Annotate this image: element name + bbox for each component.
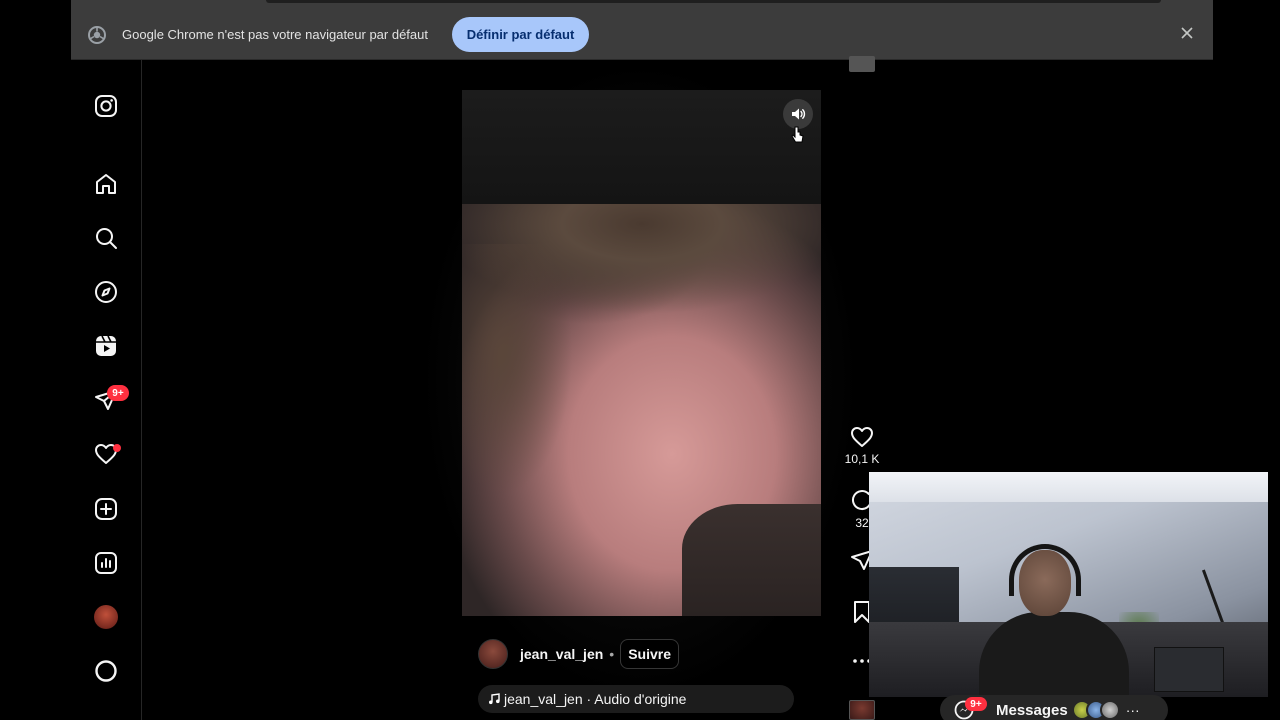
audio-thumbnail[interactable] (849, 700, 875, 720)
like-action[interactable]: 10,1 K (842, 426, 882, 466)
video-shadow (682, 504, 821, 616)
reel-top-area (462, 90, 821, 204)
compass-icon[interactable] (93, 279, 119, 305)
webcam-person-body (979, 612, 1129, 697)
chart-icon[interactable] (93, 550, 119, 576)
home-icon[interactable] (93, 171, 119, 197)
messages-label: Messages (996, 701, 1068, 719)
set-default-button[interactable]: Définir par défaut (452, 17, 589, 52)
webcam-ceiling (869, 472, 1268, 502)
author-avatar[interactable] (478, 639, 508, 669)
reels-icon[interactable] (93, 333, 119, 359)
default-browser-infobar: Google Chrome n'est pas votre navigateur… (71, 0, 1213, 60)
plus-square-icon[interactable] (93, 496, 119, 522)
infobar-message: Google Chrome n'est pas votre navigateur… (122, 27, 428, 42)
avatar-icon[interactable] (93, 604, 119, 630)
reel-author-row: jean_val_jen • Suivre (478, 638, 679, 670)
like-count: 10,1 K (844, 452, 880, 466)
more-contacts-icon: ··· (1125, 702, 1140, 718)
messages-bar-badge: 9+ (965, 697, 987, 711)
address-bar-edge (266, 0, 1161, 3)
messages-badge: 9+ (107, 385, 129, 401)
close-icon[interactable] (1179, 25, 1195, 41)
webcam-headset (1009, 544, 1081, 596)
webcam-overlay (869, 472, 1268, 697)
audio-text: jean_val_jen · Audio d'origine (504, 691, 687, 707)
comment-count: 32 (855, 516, 869, 530)
mouse-cursor-icon (791, 126, 805, 149)
volume-icon[interactable] (783, 99, 813, 129)
heart-outline-icon[interactable] (850, 426, 874, 448)
webcam-speaker (1154, 647, 1224, 692)
video-hair-side (462, 244, 582, 504)
contact-avatar (1099, 700, 1120, 720)
messages-bar[interactable]: 9+ Messages ··· (940, 695, 1168, 720)
notification-dot (113, 444, 121, 452)
author-separator: • (609, 646, 615, 662)
follow-button[interactable]: Suivre (620, 639, 679, 669)
circle-icon[interactable] (93, 658, 119, 684)
music-note-icon (489, 693, 500, 705)
instagram-icon[interactable] (93, 93, 119, 119)
reel-video[interactable] (462, 204, 821, 616)
chrome-icon (88, 26, 106, 49)
author-username[interactable]: jean_val_jen (520, 646, 603, 662)
search-icon[interactable] (93, 225, 119, 251)
previous-reel-thumbnail[interactable] (849, 56, 875, 72)
audio-pill[interactable]: jean_val_jen · Audio d'origine (478, 685, 794, 713)
